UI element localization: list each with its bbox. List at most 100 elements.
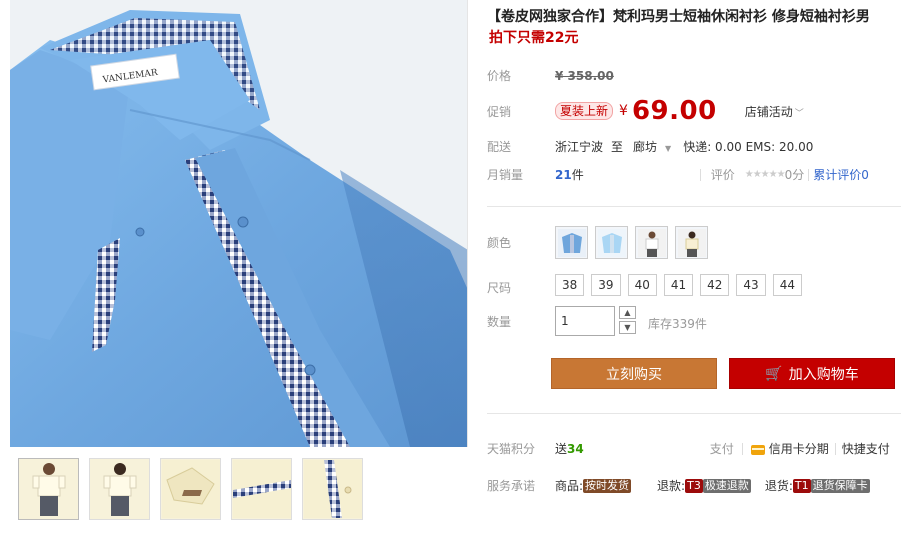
size-option[interactable]: 40 xyxy=(627,274,657,296)
light-blue-shirt-icon xyxy=(597,228,626,257)
return-guarantee-tag: 退货保障卡 xyxy=(810,478,870,493)
promotion-row: 促销 夏装上新 ¥ 69.00 店铺活动 ﹀ xyxy=(487,96,804,126)
placket-detail-icon xyxy=(232,460,291,518)
shop-activity-dropdown[interactable]: 店铺活动 ﹀ xyxy=(745,103,804,120)
divider xyxy=(741,442,743,455)
size-option[interactable]: 39 xyxy=(591,274,621,296)
caret-down-icon: ▼ xyxy=(665,144,672,153)
buy-now-button[interactable]: 立刻购买 xyxy=(551,358,717,389)
color-option-blue[interactable] xyxy=(555,226,588,259)
monthly-sales-unit: 件 xyxy=(571,168,584,182)
service-refund[interactable]: 退款: T3 极速退款 xyxy=(657,477,751,494)
quantity-label: 数量 xyxy=(487,315,512,329)
add-to-cart-button[interactable]: 🛒 加入购物车 xyxy=(729,358,895,389)
quantity-up-button[interactable]: ▲ xyxy=(619,306,636,319)
ship-from: 浙江宁波 xyxy=(555,140,604,154)
shipping-row: 配送 浙江宁波 至 廊坊 ▼ 快递: 0.00 EMS: 20.00 xyxy=(487,138,813,155)
size-option[interactable]: 42 xyxy=(700,274,730,296)
points-value: 34 xyxy=(567,441,584,456)
size-row: 尺码 38 39 40 41 42 43 44 xyxy=(487,274,809,296)
rating-score: 0分 xyxy=(784,168,805,182)
refund-t3-badge: T3 xyxy=(685,478,703,493)
rating-stars: ★★★★★ xyxy=(744,169,786,180)
goods-label: 商品: xyxy=(555,479,584,493)
refund-label: 退款: xyxy=(657,479,686,493)
total-reviews-link[interactable]: 累计评价0 xyxy=(813,166,869,183)
payment-label: 支付 xyxy=(709,442,734,456)
service-return[interactable]: 退货: T1 退货保障卡 xyxy=(765,477,870,494)
product-title: 【卷皮网独家合作】梵利玛男士短袖休闲衬衫 修身短袖衬衫男 xyxy=(487,9,870,25)
fast-refund-tag: 极速退款 xyxy=(702,478,751,493)
quick-pay-link[interactable]: 快捷支付 xyxy=(842,440,890,457)
quantity-row: 数量 ▲ ▼ 库存339件 xyxy=(487,306,707,336)
size-option[interactable]: 43 xyxy=(736,274,766,296)
tmall-points-label: 天猫积分 xyxy=(487,442,536,456)
quantity-input[interactable] xyxy=(555,306,615,336)
return-label: 退货: xyxy=(764,479,793,493)
button-detail-icon xyxy=(303,460,362,518)
color-row: 颜色 xyxy=(487,226,715,259)
color-option-white[interactable] xyxy=(635,226,668,259)
thumb-collar-detail[interactable] xyxy=(160,458,221,520)
divider-line xyxy=(487,206,901,207)
current-price: 69.00 xyxy=(631,96,717,126)
color-option-light-blue[interactable] xyxy=(595,226,628,259)
stock-count: 库存339件 xyxy=(648,317,707,331)
credit-card-icon xyxy=(750,444,765,455)
buy-now-label: 立刻购买 xyxy=(606,366,662,383)
points-row: 天猫积分 送 34 支付 信用卡分期 快捷支付 xyxy=(487,440,890,457)
cart-icon: 🛒 xyxy=(765,365,783,382)
thumb-front-model[interactable] xyxy=(18,458,79,520)
return-t1-badge: T1 xyxy=(792,478,811,493)
divider xyxy=(699,168,701,181)
review-label: 评价 xyxy=(710,168,735,182)
sales-row: 月销量 21 件 评价 ★★★★★ 0分 累计评价0 xyxy=(487,166,869,183)
ship-to: 廊坊 xyxy=(633,140,658,154)
beige-shirt-model-icon xyxy=(677,228,706,257)
main-product-image[interactable]: VANLEMAR xyxy=(10,0,468,447)
size-option[interactable]: 41 xyxy=(663,274,694,296)
monthly-sales-count: 21 xyxy=(555,167,572,182)
ship-to-selector[interactable]: 廊坊 ▼ xyxy=(633,138,671,155)
currency-symbol: ¥ xyxy=(619,103,628,119)
points-send: 送 xyxy=(555,442,568,456)
monthly-sales-label: 月销量 xyxy=(487,168,524,182)
service-row: 服务承诺 商品: 按时发货 退款: T3 极速退款 退货: T1 退货保障卡 xyxy=(487,477,884,494)
quantity-down-button[interactable]: ▼ xyxy=(619,321,636,334)
model-front-icon xyxy=(32,463,65,516)
promo-text: 拍下只需22元 xyxy=(489,30,579,46)
divider xyxy=(808,168,810,181)
color-option-beige[interactable] xyxy=(675,226,708,259)
thumb-back-model[interactable] xyxy=(89,458,150,520)
color-label: 颜色 xyxy=(487,236,512,250)
thumbnail-strip xyxy=(18,458,363,520)
service-label: 服务承诺 xyxy=(487,479,536,493)
price-row: 价格 ¥ 358.00 xyxy=(487,67,614,84)
shipping-fees: 快递: 0.00 EMS: 20.00 xyxy=(683,140,814,154)
size-option[interactable]: 44 xyxy=(772,274,802,296)
size-option[interactable]: 38 xyxy=(555,274,585,296)
credit-installment-label: 信用卡分期 xyxy=(768,442,829,456)
blue-shirt-icon xyxy=(557,228,586,257)
price-label: 价格 xyxy=(487,69,512,83)
service-goods[interactable]: 商品: 按时发货 xyxy=(555,477,632,494)
shirt-image: VANLEMAR xyxy=(10,10,467,447)
divider-line xyxy=(487,413,901,414)
ship-to-word: 至 xyxy=(611,140,624,154)
quantity-stepper: ▲ ▼ xyxy=(619,306,636,334)
on-time-delivery-tag: 按时发货 xyxy=(583,478,632,493)
chevron-down-icon: ﹀ xyxy=(794,108,804,119)
credit-installment-link[interactable]: 信用卡分期 xyxy=(750,440,829,457)
promotion-label: 促销 xyxy=(487,104,512,119)
thumb-placket-detail[interactable] xyxy=(231,458,292,520)
original-price: ¥ 358.00 xyxy=(555,68,614,83)
model-back-icon xyxy=(103,463,136,516)
divider xyxy=(834,442,836,455)
white-shirt-model-icon xyxy=(637,228,666,257)
size-label: 尺码 xyxy=(487,280,512,295)
shipping-label: 配送 xyxy=(487,140,512,154)
thumb-button-detail[interactable] xyxy=(302,458,363,520)
shop-activity-label: 店铺活动 xyxy=(744,104,793,119)
add-to-cart-label: 加入购物车 xyxy=(788,366,859,383)
collar-detail-icon xyxy=(161,460,220,518)
